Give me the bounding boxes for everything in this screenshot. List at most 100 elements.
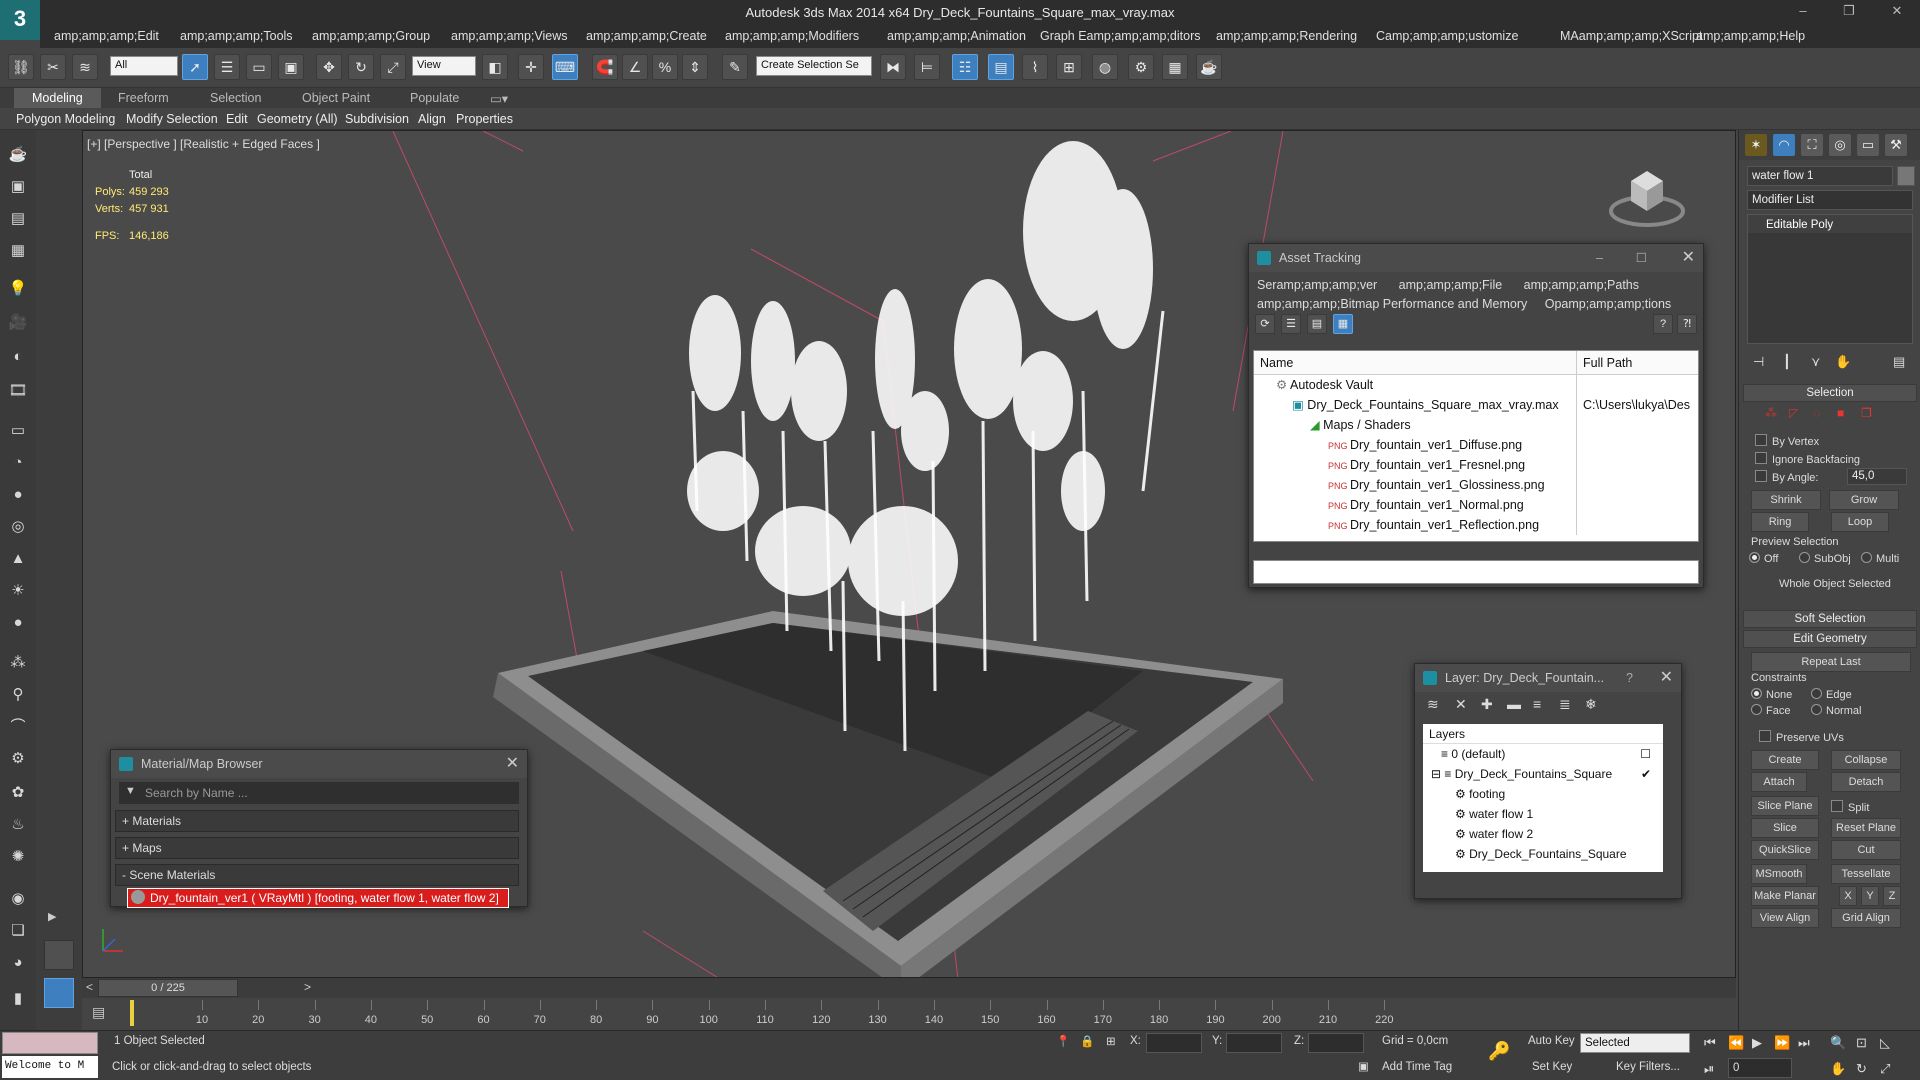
- layer-manager-icon[interactable]: ☷: [952, 54, 978, 80]
- close-icon[interactable]: ✕: [506, 750, 519, 778]
- menu-edit[interactable]: amp;amp;amp;Edit: [54, 29, 159, 43]
- scene-material-item[interactable]: Dry_fountain_ver1 ( VRayMtl ) [footing, …: [127, 888, 509, 908]
- hair-icon[interactable]: ♨: [6, 814, 30, 836]
- make-unique-icon[interactable]: ⋎: [1811, 354, 1821, 370]
- object-name-field[interactable]: water flow 1: [1747, 166, 1893, 186]
- add-to-layer-icon[interactable]: ✚: [1481, 696, 1493, 713]
- asset-row[interactable]: PNG Dry_fountain_ver1_Diffuse.png: [1254, 435, 1698, 455]
- layer-help-button[interactable]: ?: [1626, 664, 1633, 692]
- shrink-button[interactable]: Shrink: [1751, 490, 1821, 510]
- quickslice-button[interactable]: QuickSlice: [1751, 840, 1819, 860]
- material-editor-icon[interactable]: ◍: [1092, 54, 1118, 80]
- cloth-icon[interactable]: ✺: [6, 846, 30, 868]
- show-end-result-icon[interactable]: ┃: [1783, 354, 1791, 370]
- bone-icon[interactable]: ⚲: [6, 684, 30, 706]
- help-icon[interactable]: ?: [1653, 314, 1673, 334]
- select-manipulate-icon[interactable]: ✛: [518, 54, 544, 80]
- selection-rollout[interactable]: Selection: [1743, 384, 1917, 402]
- tab-modeling[interactable]: Modeling: [14, 88, 101, 108]
- globe-icon[interactable]: ◉: [6, 888, 30, 910]
- panel-align[interactable]: Align: [418, 112, 446, 126]
- helper-icon[interactable]: ◐: [6, 346, 30, 368]
- sun-icon[interactable]: ☀: [6, 580, 30, 602]
- ribbon-options-icon[interactable]: ▭▾: [490, 91, 508, 106]
- align-icon[interactable]: ⊨: [914, 54, 940, 80]
- preview-off-radio[interactable]: Off: [1749, 552, 1778, 565]
- current-time-marker[interactable]: [130, 1000, 134, 1026]
- menu-rendering[interactable]: amp;amp;amp;Rendering: [1216, 29, 1357, 43]
- pyramid-icon[interactable]: ▲: [6, 548, 30, 570]
- named-selection-select[interactable]: Create Selection Se: [756, 56, 872, 76]
- viewcube-icon[interactable]: [1607, 161, 1687, 231]
- menu-customize[interactable]: Camp;amp;amp;ustomize: [1376, 29, 1518, 43]
- layer-checkbox-icon[interactable]: ☐: [1640, 744, 1651, 764]
- plant-icon[interactable]: ✿: [6, 782, 30, 804]
- asset-row[interactable]: ▣ Dry_Deck_Fountains_Square_max_vray.max…: [1254, 395, 1698, 415]
- menu-tools[interactable]: amp;amp;amp;Tools: [180, 29, 293, 43]
- panel-geometry-all[interactable]: Geometry (All): [257, 112, 338, 126]
- mirror-icon[interactable]: ⧓: [880, 54, 906, 80]
- absolute-mode-icon[interactable]: ⊞: [1106, 1034, 1116, 1048]
- zoom-extents-icon[interactable]: ⊡: [1856, 1035, 1867, 1051]
- layer-object[interactable]: ⚙ water flow 2: [1423, 824, 1663, 844]
- percent-snap-icon[interactable]: %: [652, 54, 678, 80]
- asset-row[interactable]: PNG Dry_fountain_ver1_Fresnel.png: [1254, 455, 1698, 475]
- key-selection-select[interactable]: Selected: [1580, 1033, 1690, 1053]
- tab-freeform[interactable]: Freeform: [118, 91, 169, 105]
- pin-stack-icon[interactable]: ⊣: [1753, 354, 1764, 370]
- stack-item-editable-poly[interactable]: Editable Poly: [1748, 215, 1912, 233]
- next-key-icon[interactable]: ⏩: [1774, 1035, 1790, 1051]
- minimize-button[interactable]: –: [1792, 3, 1814, 21]
- go-to-start-icon[interactable]: ⏮: [1704, 1035, 1716, 1051]
- motion-tab-icon[interactable]: ◎: [1829, 134, 1851, 156]
- asset-row[interactable]: ⚙ Autodesk Vault: [1254, 375, 1698, 395]
- planar-z-button[interactable]: Z: [1883, 886, 1901, 906]
- preview-multi-radio[interactable]: Multi: [1861, 552, 1899, 565]
- delete-layer-icon[interactable]: ✕: [1455, 696, 1467, 713]
- go-to-end-icon[interactable]: ⏭: [1798, 1035, 1810, 1051]
- remove-modifier-icon[interactable]: ✋: [1835, 354, 1851, 370]
- attach-button[interactable]: Attach: [1751, 772, 1807, 792]
- torus-icon[interactable]: ◎: [6, 516, 30, 538]
- minimize-icon[interactable]: –: [1596, 244, 1603, 272]
- auto-key-button[interactable]: Auto Key: [1528, 1035, 1575, 1047]
- tab-populate[interactable]: Populate: [410, 91, 459, 105]
- utilities-tab-icon[interactable]: ⚒: [1885, 134, 1907, 156]
- z-coord-field[interactable]: [1308, 1033, 1364, 1053]
- close-window-button[interactable]: ✕: [1886, 3, 1908, 21]
- layer-item[interactable]: ≡ 0 (default) ☐: [1423, 744, 1663, 764]
- prev-frame-icon[interactable]: <: [86, 980, 93, 994]
- tessellate-button[interactable]: Tessellate: [1831, 864, 1901, 884]
- table-view-icon[interactable]: ▦: [1333, 314, 1353, 334]
- viewport-layout-icon[interactable]: [44, 940, 74, 970]
- asset-menu-paths[interactable]: amp;amp;amp;Paths: [1524, 278, 1639, 292]
- rendered-frame-icon[interactable]: ▦: [1162, 54, 1188, 80]
- maps-group[interactable]: + Maps: [115, 837, 519, 859]
- asset-menu-options[interactable]: Opamp;amp;amp;tions: [1545, 297, 1671, 311]
- ring-button[interactable]: Ring: [1751, 512, 1809, 532]
- maxscript-listener[interactable]: [2, 1032, 98, 1054]
- grid-icon[interactable]: ▦: [6, 240, 30, 262]
- select-object-icon[interactable]: ➚: [182, 54, 208, 80]
- menu-group[interactable]: amp;amp;amp;Group: [312, 29, 430, 43]
- maximize-button[interactable]: ❐: [1838, 3, 1860, 21]
- plane-icon[interactable]: ▭: [6, 420, 30, 442]
- keyboard-shortcut-icon[interactable]: ⌨: [552, 54, 578, 80]
- edit-geometry-rollout[interactable]: Edit Geometry: [1743, 630, 1917, 648]
- details-view-icon[interactable]: ▤: [1307, 314, 1327, 334]
- select-objects-icon[interactable]: ▬: [1507, 696, 1521, 712]
- reference-coord-select[interactable]: View: [412, 56, 476, 76]
- tab-selection[interactable]: Selection: [210, 91, 261, 105]
- cone-icon[interactable]: ◔: [6, 452, 30, 474]
- orbit-icon[interactable]: ↻: [1856, 1061, 1867, 1077]
- asset-row[interactable]: PNG Dry_fountain_ver1_Reflection.png: [1254, 515, 1698, 535]
- menu-animation[interactable]: amp;amp;amp;Animation: [887, 29, 1026, 43]
- constraint-normal-radio[interactable]: Normal: [1811, 704, 1861, 717]
- highlight-layer-icon[interactable]: ≡: [1533, 696, 1541, 712]
- grow-button[interactable]: Grow: [1829, 490, 1899, 510]
- material-browser-titlebar[interactable]: Material/Map Browser ✕: [111, 750, 527, 778]
- bind-spacewarp-icon[interactable]: ≋: [72, 54, 98, 80]
- timeline-ruler[interactable]: ▤ 10 20 30 40 50 60 70 80 90 100 110 120 130 140 150 16…: [82, 1000, 1736, 1026]
- viewport-label[interactable]: [+] [Perspective ] [Realistic + Edged Fa…: [87, 137, 320, 151]
- asset-menu-file[interactable]: amp;amp;amp;File: [1399, 278, 1503, 292]
